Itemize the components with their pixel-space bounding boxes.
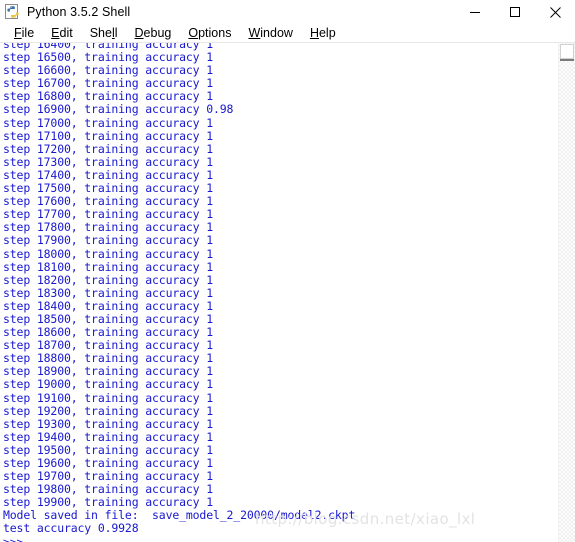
menu-item-options[interactable]: Options [180,24,240,43]
console-line: step 17900, training accuracy 1 [3,233,213,248]
console-line: step 18000, training accuracy 1 [3,246,213,261]
maximize-icon[interactable] [495,0,535,24]
menubar: File Edit Shell Debug Options Window Hel… [0,24,575,43]
vertical-scrollbar[interactable] [558,43,575,542]
menu-item-file[interactable]: File [6,24,43,43]
menu-item-window[interactable]: Window [240,24,301,43]
scrollbar-thumb-edge [560,59,574,61]
window-title: Python 3.5.2 Shell [27,5,131,19]
console-line: step 19200, training accuracy 1 [3,403,213,418]
window-controls [455,0,575,24]
console-area[interactable]: step 16400, training accuracy 1 step 1650… [0,43,575,542]
console-line: step 18100, training accuracy 1 [3,259,213,274]
console-line: step 17100, training accuracy 1 [3,128,213,143]
console-line: step 17000, training accuracy 1 [3,115,213,130]
menu-item-help[interactable]: Help [302,24,345,43]
scrollbar-thumb[interactable] [560,44,574,59]
console-line: step 18300, training accuracy 1 [3,285,213,300]
console-line: step 16900, training accuracy 0.98 [3,102,234,117]
console-output[interactable]: step 16400, training accuracy 1 step 1650… [3,43,557,542]
console-line: test accuracy 0.9928 [3,521,139,536]
menu-item-edit[interactable]: Edit [43,24,82,43]
console-line: step 18200, training accuracy 1 [3,272,213,287]
console-line: step 19300, training accuracy 1 [3,416,213,431]
console-line: step 19000, training accuracy 1 [3,377,213,392]
minimize-icon[interactable] [455,0,495,24]
console-line: step 19100, training accuracy 1 [3,390,213,405]
python-shell-window: Python 3.5.2 Shell File Edit Shell Debug… [0,0,575,542]
menu-item-debug[interactable]: Debug [127,24,181,43]
console-line: step 19400, training accuracy 1 [3,429,213,444]
console-line: step 17300, training accuracy 1 [3,154,213,169]
close-icon[interactable] [535,0,575,24]
python-logo-icon [5,4,21,20]
titlebar: Python 3.5.2 Shell [0,0,575,24]
console-line: >>> [3,534,24,542]
console-line: step 17200, training accuracy 1 [3,141,213,156]
console-line: step 18400, training accuracy 1 [3,298,213,313]
menu-item-shell[interactable]: Shell [82,24,127,43]
